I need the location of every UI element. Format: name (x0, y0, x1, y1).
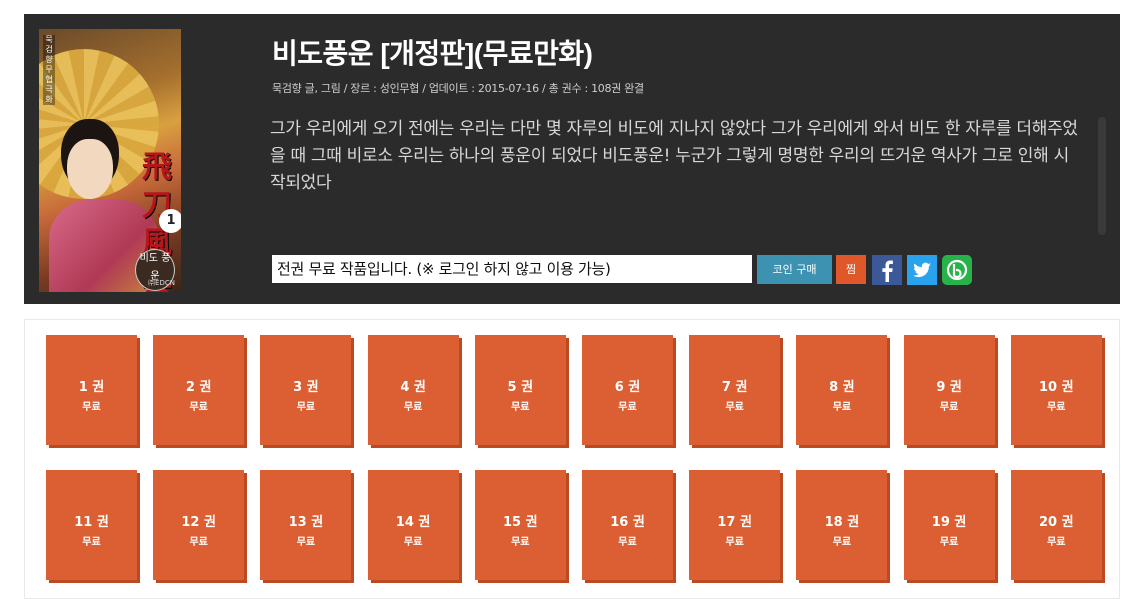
volume-number: 15 권 (503, 515, 538, 530)
volume-item[interactable]: 2 권무료 (153, 335, 245, 445)
volume-price: 무료 (939, 402, 959, 413)
volume-item[interactable]: 17 권무료 (689, 470, 781, 580)
volume-item[interactable]: 7 권무료 (689, 335, 781, 445)
bookmark-button[interactable]: 찜 (836, 255, 866, 284)
volume-item[interactable]: 10 권무료 (1010, 335, 1102, 445)
volume-price: 무료 (82, 402, 101, 413)
volume-item[interactable]: 12 권무료 (153, 470, 245, 580)
volume-number: 5 권 (507, 380, 534, 395)
character-illustration (67, 139, 113, 199)
volume-number: 8 권 (829, 380, 855, 395)
volume-number: 11 권 (74, 515, 109, 530)
free-notice: 전권 무료 작품입니다. (※ 로그인 하지 않고 이용 가능) (272, 255, 752, 283)
volume-price: 무료 (296, 537, 316, 548)
volume-price: 무료 (832, 402, 852, 413)
book-cover-image[interactable]: 묵검향 무협극화 飛刀風雲 1 비도 풍운 ㈜EDCN (39, 29, 181, 292)
volume-item[interactable]: 16 권무료 (582, 470, 673, 580)
volume-price: 무료 (511, 537, 530, 548)
volume-price: 무료 (511, 402, 530, 413)
volume-number: 13 권 (288, 515, 324, 530)
volume-item[interactable]: 1 권무료 (46, 335, 137, 445)
facebook-icon (872, 255, 902, 285)
volume-item[interactable]: 3 권무료 (260, 335, 352, 445)
volume-number: 7 권 (721, 380, 748, 395)
book-header: 묵검향 무협극화 飛刀風雲 1 비도 풍운 ㈜EDCN 비도풍운 [개정판](무… (24, 14, 1120, 304)
coin-purchase-button[interactable]: 코인 구매 (757, 255, 832, 284)
volume-number: 9 권 (936, 380, 962, 395)
facebook-share-button[interactable] (872, 255, 902, 285)
volume-number: 18 권 (824, 515, 860, 530)
volume-number: 17 권 (717, 515, 752, 530)
volume-price: 무료 (189, 537, 208, 548)
volume-price: 무료 (939, 537, 959, 548)
volume-number: 19 권 (931, 515, 967, 530)
volume-price: 무료 (403, 402, 423, 413)
volume-price: 무료 (618, 402, 637, 413)
volume-number: 4 권 (400, 380, 426, 395)
volume-price: 무료 (82, 537, 101, 548)
volume-price: 무료 (725, 402, 744, 413)
description-scrollbar[interactable] (1098, 117, 1106, 235)
volume-item[interactable]: 6 권무료 (582, 335, 673, 445)
volume-number: 3 권 (293, 380, 319, 395)
twitter-share-button[interactable] (907, 255, 937, 285)
volume-number: 16 권 (610, 515, 645, 530)
book-title: 비도풍운 [개정판](무료만화) (272, 38, 593, 69)
band-share-button[interactable] (942, 255, 972, 285)
cover-publisher: ㈜EDCN (148, 279, 175, 287)
volume-price: 무료 (1047, 537, 1066, 548)
volume-item[interactable]: 19 권무료 (903, 470, 995, 580)
volume-number: 1 권 (78, 380, 105, 395)
volume-item[interactable]: 15 권무료 (474, 470, 566, 580)
volume-item[interactable]: 18 권무료 (796, 470, 888, 580)
volume-price: 무료 (296, 402, 316, 413)
volume-price: 무료 (832, 537, 852, 548)
volume-price: 무료 (1047, 402, 1066, 413)
volume-item[interactable]: 14 권무료 (367, 470, 459, 580)
book-description: 그가 우리에게 오기 전에는 우리는 다만 몇 자루의 비도에 지나지 않았다 … (270, 119, 1078, 193)
volume-price: 무료 (403, 537, 423, 548)
band-icon (942, 255, 972, 285)
book-meta: 묵검향 글, 그림 / 장르 : 성인무협 / 업데이트 : 2015-07-1… (272, 82, 644, 95)
twitter-icon (907, 255, 937, 285)
volume-item[interactable]: 4 권무료 (367, 335, 459, 445)
volume-item[interactable]: 20 권무료 (1010, 470, 1102, 580)
cover-top-text: 묵검향 무협극화 (43, 35, 55, 105)
volume-item[interactable]: 5 권무료 (474, 335, 566, 445)
cover-volume-badge: 1 (159, 209, 181, 233)
volume-number: 10 권 (1039, 380, 1074, 395)
volume-number: 2 권 (185, 380, 212, 395)
volume-item[interactable]: 8 권무료 (796, 335, 888, 445)
volume-item[interactable]: 9 권무료 (903, 335, 995, 445)
volume-price: 무료 (725, 537, 744, 548)
volume-price: 무료 (189, 402, 208, 413)
volume-number: 20 권 (1039, 515, 1074, 530)
volume-price: 무료 (618, 537, 637, 548)
volume-number: 6 권 (614, 380, 641, 395)
volume-item[interactable]: 13 권무료 (260, 470, 352, 580)
volume-item[interactable]: 11 권무료 (46, 470, 137, 580)
volume-number: 12 권 (181, 515, 216, 530)
volume-number: 14 권 (395, 515, 431, 530)
